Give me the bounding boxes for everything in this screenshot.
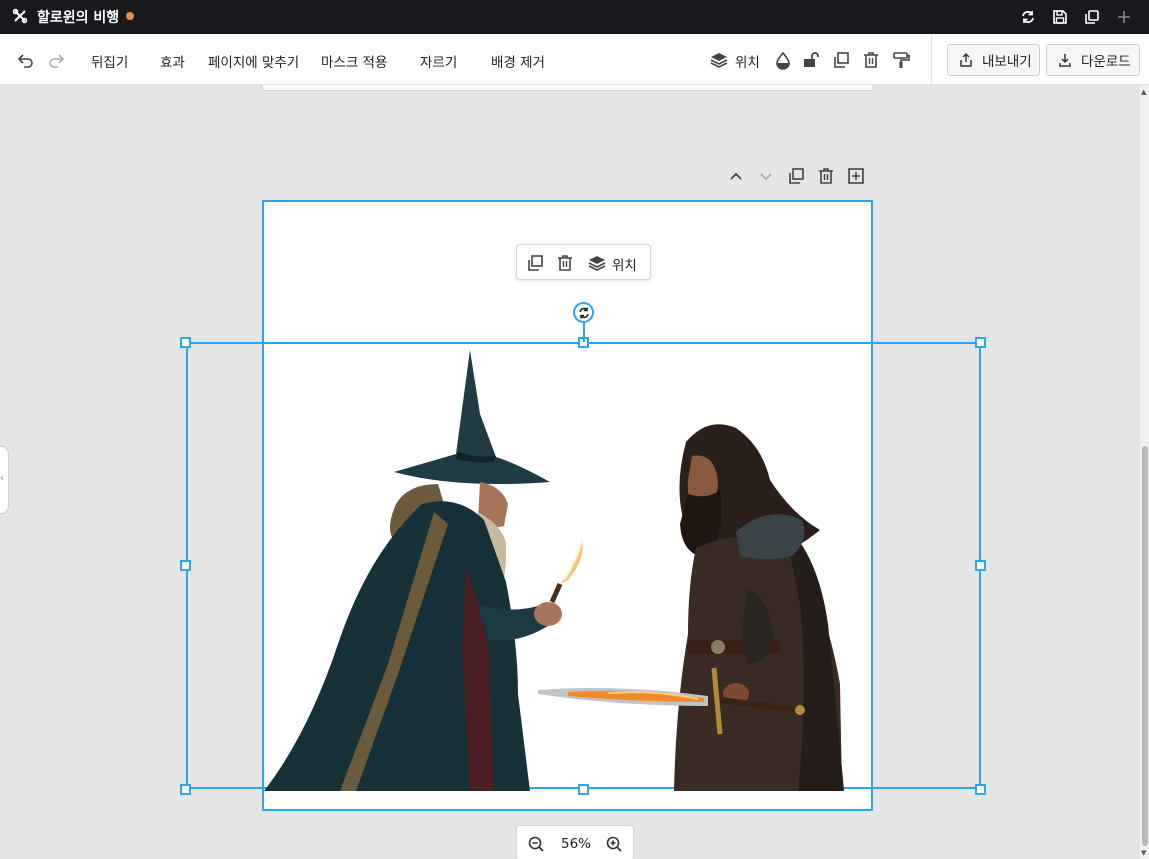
rotate-handle-stem <box>583 322 585 342</box>
move-page-down-icon[interactable] <box>756 166 776 186</box>
scroll-down-arrow-icon[interactable]: ▼ <box>1141 849 1146 857</box>
title-bar: 할로윈의 비행 <box>0 0 1149 34</box>
wizard-figure <box>264 350 583 791</box>
duplicate-element-icon[interactable] <box>525 253 545 273</box>
export-button[interactable]: 내보내기 <box>947 44 1040 76</box>
zoom-control: 56% <box>516 825 634 859</box>
scroll-up-arrow-icon[interactable]: ▲ <box>1141 88 1146 96</box>
plus-icon[interactable] <box>1115 8 1133 26</box>
tools-logo-icon[interactable] <box>12 8 28 24</box>
unlock-icon[interactable] <box>801 50 821 70</box>
layers-icon[interactable] <box>587 253 607 273</box>
layers-icon[interactable] <box>709 50 729 70</box>
wizard-and-warrior-image[interactable] <box>188 344 983 791</box>
undo-icon[interactable] <box>16 50 36 70</box>
position-button[interactable]: 위치 <box>612 254 637 274</box>
move-page-up-icon[interactable] <box>726 166 746 186</box>
apply-mask-button[interactable]: 마스크 적용 <box>321 51 387 71</box>
previous-page[interactable] <box>262 85 873 91</box>
chevron-left-icon: ‹ <box>0 473 4 484</box>
redo-icon[interactable] <box>46 50 66 70</box>
download-label: 다운로드 <box>1081 54 1131 70</box>
rotate-handle[interactable] <box>573 302 594 323</box>
resize-handle-bottom-left[interactable] <box>180 784 191 795</box>
element-floating-toolbar: 위치 <box>516 244 651 280</box>
resize-handle-bottom-right[interactable] <box>975 784 986 795</box>
crop-button[interactable]: 자르기 <box>420 51 457 71</box>
toolbar-divider <box>931 34 932 85</box>
resize-handle-top-right[interactable] <box>975 337 986 348</box>
export-icon <box>960 52 972 67</box>
zoom-out-icon[interactable] <box>527 835 545 853</box>
edit-toolbar: 뒤집기 효과 페이지에 맞추기 마스크 적용 자르기 배경 제거 위치 내보내기… <box>0 34 1149 85</box>
opacity-drop-icon[interactable] <box>773 50 793 70</box>
delete-page-icon[interactable] <box>816 166 836 186</box>
delete-element-icon[interactable] <box>555 253 575 273</box>
add-page-icon[interactable] <box>846 166 866 186</box>
remove-background-button[interactable]: 배경 제거 <box>491 51 545 71</box>
document-title[interactable]: 할로윈의 비행 <box>37 7 119 27</box>
resize-handle-bottom[interactable] <box>578 784 589 795</box>
resize-handle-top-left[interactable] <box>180 337 191 348</box>
sync-icon[interactable] <box>1019 8 1037 26</box>
download-button[interactable]: 다운로드 <box>1046 44 1140 76</box>
scrollbar-thumb[interactable] <box>1142 446 1148 846</box>
rotate-icon <box>578 307 589 318</box>
fit-to-page-button[interactable]: 페이지에 맞추기 <box>208 51 299 71</box>
zoom-level: 56% <box>561 836 592 852</box>
zoom-in-icon[interactable] <box>605 835 623 853</box>
save-icon[interactable] <box>1051 8 1069 26</box>
download-icon <box>1059 54 1071 67</box>
duplicate-window-icon[interactable] <box>1083 8 1101 26</box>
unsaved-indicator <box>126 12 134 20</box>
resize-handle-right[interactable] <box>975 560 986 571</box>
duplicate-page-icon[interactable] <box>786 166 806 186</box>
paint-roller-icon[interactable] <box>891 50 911 70</box>
export-label: 내보내기 <box>982 54 1032 70</box>
position-button[interactable]: 위치 <box>735 51 760 71</box>
resize-handle-left[interactable] <box>180 560 191 571</box>
selected-image[interactable] <box>186 342 983 791</box>
trash-icon[interactable] <box>861 50 881 70</box>
duplicate-icon[interactable] <box>831 50 851 70</box>
warrior-figure <box>538 424 844 791</box>
effects-button[interactable]: 효과 <box>160 51 185 71</box>
flip-button[interactable]: 뒤집기 <box>91 51 128 71</box>
expand-left-panel-tab[interactable]: ‹ <box>0 446 9 514</box>
